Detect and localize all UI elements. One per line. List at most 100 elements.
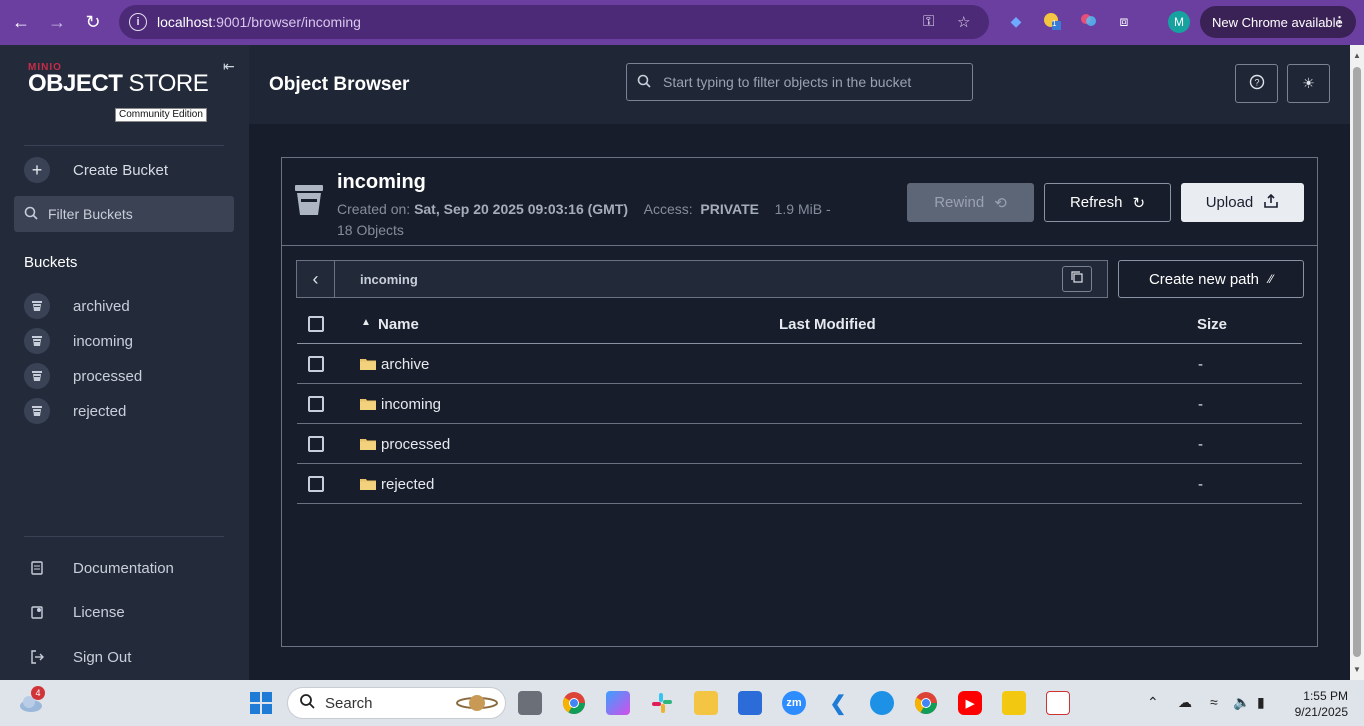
extensions-puzzle-icon[interactable]: ⧈ — [1114, 11, 1134, 31]
objects-table: ▲ Name Last Modified Size archive - inco… — [297, 304, 1302, 504]
tray-chevron-icon[interactable]: ⌃ — [1147, 694, 1159, 711]
taskbar-search[interactable]: Search — [287, 687, 506, 719]
sort-ascending-icon[interactable]: ▲ — [361, 317, 371, 328]
bucket-icon — [24, 363, 50, 389]
page-header: Object Browser ? ☀ — [249, 45, 1350, 124]
scroll-up-icon[interactable]: ▲ — [1353, 51, 1361, 60]
sign-out-link[interactable]: Sign Out — [24, 644, 131, 670]
filter-buckets-input[interactable] — [48, 206, 218, 222]
object-search-field[interactable] — [626, 63, 973, 101]
bucket-meta: Created on: Sat, Sep 20 2025 09:03:16 (G… — [337, 201, 831, 238]
column-name-header[interactable]: Name — [378, 316, 419, 333]
copy-icon — [1071, 270, 1083, 288]
table-row[interactable]: processed - — [297, 424, 1302, 464]
bucket-icon — [24, 328, 50, 354]
file-explorer-icon[interactable] — [694, 691, 718, 715]
folder-icon — [360, 437, 376, 450]
url-text[interactable]: localhost:9001/browser/incoming — [157, 14, 361, 30]
profile-avatar[interactable]: M — [1168, 11, 1190, 33]
column-size-header[interactable]: Size — [1197, 316, 1227, 333]
sidebar: MINIO OBJECT STORE Community Edition ⇤ +… — [0, 45, 249, 680]
chrome-taskbar-icon[interactable] — [562, 691, 586, 715]
address-bar[interactable]: i localhost:9001/browser/incoming ⚿ ☆ — [119, 5, 989, 39]
zoom-icon[interactable]: zm — [782, 691, 806, 715]
theme-toggle-button[interactable]: ☀ — [1287, 64, 1330, 103]
license-icon — [24, 599, 50, 625]
copilot-icon[interactable] — [606, 691, 630, 715]
saturn-icon — [455, 691, 499, 720]
vscode-icon[interactable]: ❮ — [826, 691, 850, 715]
task-view-icon[interactable] — [518, 691, 542, 715]
bookmark-star-icon[interactable]: ☆ — [957, 13, 970, 31]
menu-dots-icon[interactable]: ⋮ — [1333, 14, 1346, 30]
folder-icon — [360, 397, 376, 410]
create-bucket-button[interactable]: + Create Bucket — [24, 157, 168, 183]
slack-icon[interactable] — [650, 691, 674, 715]
plus-icon: + — [24, 157, 50, 183]
battery-icon[interactable]: ▮ — [1257, 694, 1265, 711]
object-search-input[interactable] — [663, 74, 963, 90]
bucket-info: incoming Created on: Sat, Sep 20 2025 09… — [282, 158, 1317, 246]
store-icon[interactable] — [738, 691, 762, 715]
table-row[interactable]: archive - — [297, 344, 1302, 384]
create-new-path-button[interactable]: Create new path ⁄⁄ — [1118, 260, 1304, 298]
new-chrome-available-button[interactable]: New Chrome available ⋮ — [1200, 6, 1356, 38]
sidebar-bucket-processed[interactable]: processed — [24, 363, 142, 389]
table-row[interactable]: rejected - — [297, 464, 1302, 504]
forward-arrow-icon[interactable]: → — [41, 6, 73, 38]
rewind-button[interactable]: Rewind ⟲ — [907, 183, 1034, 222]
sun-icon: ☀ — [1302, 75, 1315, 91]
volume-icon[interactable]: 🔈 — [1233, 694, 1250, 711]
history-icon: ⟲ — [994, 194, 1007, 212]
password-key-icon[interactable]: ⚿ — [923, 13, 934, 30]
youtube-icon[interactable]: ▶ — [958, 691, 982, 715]
row-checkbox[interactable] — [308, 356, 324, 372]
divider — [24, 145, 224, 146]
docker-icon[interactable] — [870, 691, 894, 715]
chrome-icon[interactable] — [914, 691, 938, 715]
back-chevron-icon[interactable]: ‹ — [297, 261, 335, 297]
back-arrow-icon[interactable]: ← — [5, 6, 37, 38]
breadcrumb-path[interactable]: incoming — [360, 272, 418, 287]
color-extension-icon[interactable] — [1078, 11, 1098, 31]
refresh-icon: ↻ — [1132, 194, 1146, 212]
help-icon: ? — [1249, 74, 1265, 93]
page-scrollbar[interactable]: ▲ ▼ — [1350, 45, 1364, 680]
windows-start-icon[interactable] — [249, 691, 273, 715]
divider — [24, 536, 224, 537]
upload-button[interactable]: Upload — [1181, 183, 1304, 222]
bucket-name: incoming — [337, 171, 426, 193]
column-modified-header[interactable]: Last Modified — [779, 316, 876, 333]
sign-out-icon — [24, 644, 50, 670]
license-link[interactable]: License — [24, 599, 125, 625]
breadcrumb: ‹ incoming — [296, 260, 1108, 298]
scrollbar-thumb[interactable] — [1353, 67, 1361, 657]
collapse-sidebar-icon[interactable]: ⇤ — [223, 58, 235, 75]
sidebar-bucket-incoming[interactable]: incoming — [24, 328, 133, 354]
system-clock[interactable]: 1:55 PM 9/21/2025 — [1290, 688, 1348, 720]
reload-icon[interactable]: ↻ — [77, 6, 109, 38]
refresh-button[interactable]: Refresh ↻ — [1044, 183, 1171, 222]
sidebar-bucket-rejected[interactable]: rejected — [24, 398, 126, 424]
snipping-tool-icon[interactable] — [1046, 691, 1070, 715]
wifi-icon[interactable]: ≈ — [1210, 694, 1218, 710]
power-bi-icon[interactable] — [1002, 691, 1026, 715]
copy-path-button[interactable] — [1062, 266, 1092, 292]
sidebar-bucket-archived[interactable]: archived — [24, 293, 130, 319]
svg-text:?: ? — [1254, 78, 1259, 88]
scroll-down-icon[interactable]: ▼ — [1353, 665, 1361, 674]
extension-badge-icon[interactable]: 1 — [1042, 11, 1062, 31]
filter-buckets-field[interactable] — [14, 196, 234, 232]
taskbar: 4 Search zm ❮ ▶ ⌃ ☁ ≈ 🔈 ▮ 1:55 PM 9/21/2… — [0, 680, 1364, 726]
row-checkbox[interactable] — [308, 396, 324, 412]
site-info-icon[interactable]: i — [129, 13, 147, 31]
row-checkbox[interactable] — [308, 436, 324, 452]
help-button[interactable]: ? — [1235, 64, 1278, 103]
folder-icon — [360, 477, 376, 490]
row-checkbox[interactable] — [308, 476, 324, 492]
extension-icon[interactable]: ◆ — [1006, 11, 1026, 31]
onedrive-icon[interactable]: ☁ — [1178, 694, 1192, 711]
documentation-link[interactable]: Documentation — [24, 555, 174, 581]
select-all-checkbox[interactable] — [308, 316, 324, 332]
table-row[interactable]: incoming - — [297, 384, 1302, 424]
